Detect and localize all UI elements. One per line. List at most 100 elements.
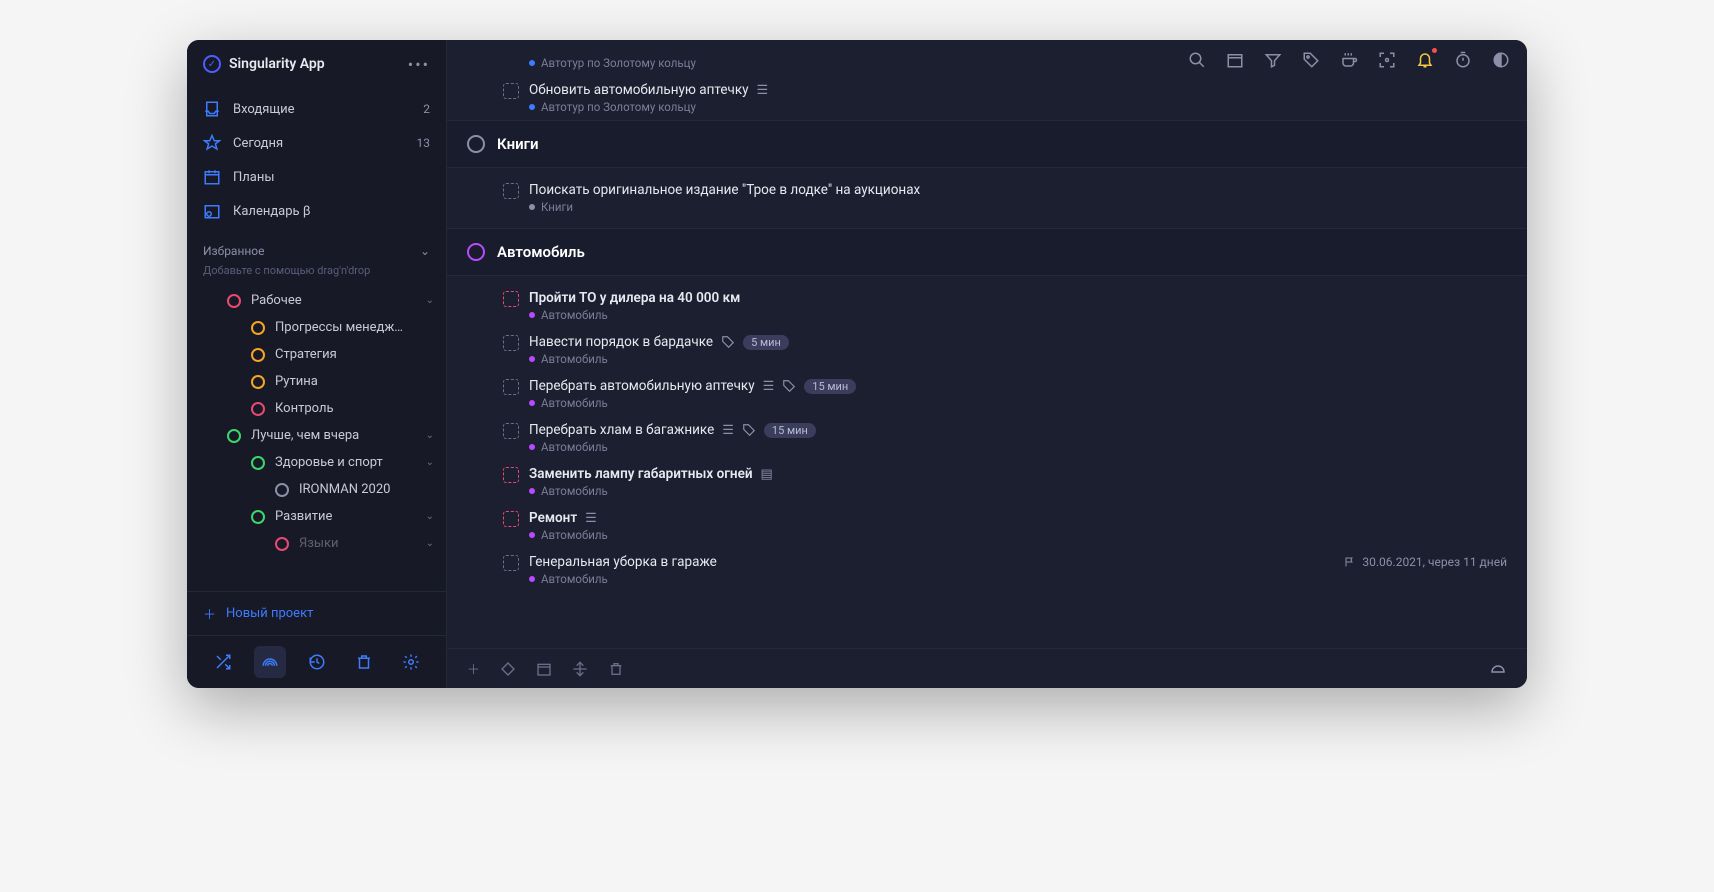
- task-row[interactable]: Генеральная уборка в гараже30.06.2021, ч…: [447, 548, 1527, 592]
- search-button[interactable]: [1187, 50, 1207, 70]
- project-tree-item[interactable]: Лучше, чем вчера⌄: [187, 422, 446, 449]
- section-circle-icon: [467, 135, 485, 153]
- project-tree-item[interactable]: Контроль: [187, 395, 446, 422]
- nav-label: Планы: [233, 170, 430, 185]
- theme-toggle-button[interactable]: [1491, 50, 1511, 70]
- project-tree-item[interactable]: Прогрессы менедж…: [187, 314, 446, 341]
- favorites-header[interactable]: Избранное ⌄: [187, 232, 446, 264]
- task-row[interactable]: Обновить автомобильную аптечку☰Автотур п…: [447, 76, 1527, 120]
- task-project-label: Автомобиль: [541, 308, 608, 322]
- task-row[interactable]: Поискать оригинальное издание "Трое в ло…: [447, 176, 1527, 220]
- nav-today[interactable]: Сегодня 13: [187, 126, 446, 160]
- nav-inbox[interactable]: Входящие 2: [187, 92, 446, 126]
- shuffle-button[interactable]: [207, 646, 239, 678]
- sidebar: Singularity App ••• Входящие 2 Сегодня 1…: [187, 40, 447, 688]
- project-color-icon: [227, 294, 241, 308]
- top-toolbar: [1187, 50, 1511, 70]
- more-menu-button[interactable]: •••: [408, 55, 430, 74]
- favorites-label: Избранное: [203, 244, 265, 258]
- project-tree-item[interactable]: Языки⌄: [187, 530, 446, 557]
- history-button[interactable]: [301, 646, 333, 678]
- nav-plans[interactable]: Планы: [187, 160, 446, 194]
- task-row[interactable]: Заменить лампу габаритных огней▤Автомоби…: [447, 460, 1527, 504]
- task-content: Генеральная уборка в гараже30.06.2021, ч…: [529, 554, 1507, 586]
- task-row[interactable]: Пройти ТО у дилера на 40 000 кмАвтомобил…: [447, 284, 1527, 328]
- app-brand[interactable]: Singularity App: [203, 55, 325, 73]
- project-tree-item[interactable]: Рабочее⌄: [187, 287, 446, 314]
- task-checkbox[interactable]: [503, 423, 519, 439]
- filter-button[interactable]: [1263, 50, 1283, 70]
- section-header[interactable]: Книги: [447, 120, 1527, 168]
- task-checkbox[interactable]: [503, 379, 519, 395]
- task-project-label: Автомобиль: [541, 484, 608, 498]
- task-checkbox[interactable]: [503, 467, 519, 483]
- task-checkbox[interactable]: [503, 555, 519, 571]
- trash-button[interactable]: [348, 646, 380, 678]
- task-content: Навести порядок в бардачке5 минАвтомобил…: [529, 334, 1507, 366]
- add-task-button[interactable]: ＋: [467, 659, 480, 678]
- task-checkbox[interactable]: [503, 335, 519, 351]
- sync-button[interactable]: [1489, 660, 1507, 678]
- sidebar-header: Singularity App •••: [187, 40, 446, 88]
- task-checkbox[interactable]: [503, 183, 519, 199]
- task-title: Навести порядок в бардачке: [529, 334, 713, 350]
- calendar-toggle-button[interactable]: [1225, 50, 1245, 70]
- duration-badge: 15 мин: [764, 423, 816, 438]
- tag-icon: [782, 379, 796, 393]
- coffee-button[interactable]: [1339, 50, 1359, 70]
- app-window: Singularity App ••• Входящие 2 Сегодня 1…: [187, 40, 1527, 688]
- new-project-button[interactable]: ＋ Новый проект: [187, 591, 446, 635]
- favorites-hint: Добавьте с помощью drag'n'drop: [187, 264, 446, 287]
- section-circle-icon: [467, 243, 485, 261]
- project-tree-item[interactable]: IRONMAN 2020: [187, 476, 446, 503]
- nav-primary: Входящие 2 Сегодня 13 Планы Календарь β: [187, 88, 446, 232]
- project-label: Развитие: [275, 509, 416, 524]
- subtasks-icon: ☰: [585, 511, 597, 526]
- task-content: Заменить лампу габаритных огней▤Автомоби…: [529, 466, 1507, 498]
- tag-button[interactable]: [1301, 50, 1321, 70]
- nav-count: 13: [417, 136, 431, 150]
- timer-button[interactable]: [1453, 50, 1473, 70]
- task-title: Ремонт: [529, 510, 577, 526]
- project-color-icon: [251, 402, 265, 416]
- project-color-icon: [227, 429, 241, 443]
- task-row[interactable]: Перебрать хлам в багажнике☰15 минАвтомоб…: [447, 416, 1527, 460]
- move-button[interactable]: [572, 661, 588, 677]
- task-row[interactable]: Перебрать автомобильную аптечку☰15 минАв…: [447, 372, 1527, 416]
- project-tree-item[interactable]: Развитие⌄: [187, 503, 446, 530]
- sidebar-bottom-toolbar: [187, 635, 446, 688]
- date-button[interactable]: [536, 661, 552, 677]
- rainbow-button[interactable]: [254, 646, 286, 678]
- task-content: Перебрать хлам в багажнике☰15 минАвтомоб…: [529, 422, 1507, 454]
- task-checkbox[interactable]: [503, 291, 519, 307]
- project-tree-item[interactable]: Рутина: [187, 368, 446, 395]
- project-tree[interactable]: Рабочее⌄Прогрессы менедж…СтратегияРутина…: [187, 287, 446, 591]
- task-row[interactable]: Навести порядок в бардачке5 минАвтомобил…: [447, 328, 1527, 372]
- task-content: Пройти ТО у дилера на 40 000 кмАвтомобил…: [529, 290, 1507, 322]
- priority-button[interactable]: [500, 661, 516, 677]
- delete-button[interactable]: [608, 661, 624, 677]
- project-dot-icon: [529, 576, 535, 582]
- task-checkbox[interactable]: [503, 511, 519, 527]
- project-label: Контроль: [275, 401, 434, 416]
- note-icon: ▤: [761, 467, 773, 482]
- task-content: Обновить автомобильную аптечку☰Автотур п…: [529, 82, 1507, 114]
- main-scroll[interactable]: Автотур по Золотому кольцуОбновить автом…: [447, 40, 1527, 648]
- project-label: Рабочее: [251, 293, 416, 308]
- subtasks-icon: ☰: [763, 379, 775, 394]
- task-project-label: Автомобиль: [541, 528, 608, 542]
- notifications-button[interactable]: [1415, 50, 1435, 70]
- project-label: Лучше, чем вчера: [251, 428, 416, 443]
- task-checkbox[interactable]: [503, 83, 519, 99]
- project-tree-item[interactable]: Здоровье и спорт⌄: [187, 449, 446, 476]
- task-content: Поискать оригинальное издание "Трое в ло…: [529, 182, 1507, 214]
- project-label: Языки: [299, 536, 416, 551]
- project-color-icon: [251, 375, 265, 389]
- task-row[interactable]: Ремонт ☰ Автомобиль: [447, 504, 1527, 548]
- section-header[interactable]: Автомобиль: [447, 228, 1527, 276]
- due-date: 30.06.2021, через 11 дней: [1344, 555, 1507, 569]
- settings-button[interactable]: [395, 646, 427, 678]
- focus-button[interactable]: [1377, 50, 1397, 70]
- nav-calendar[interactable]: Календарь β: [187, 194, 446, 228]
- project-tree-item[interactable]: Стратегия: [187, 341, 446, 368]
